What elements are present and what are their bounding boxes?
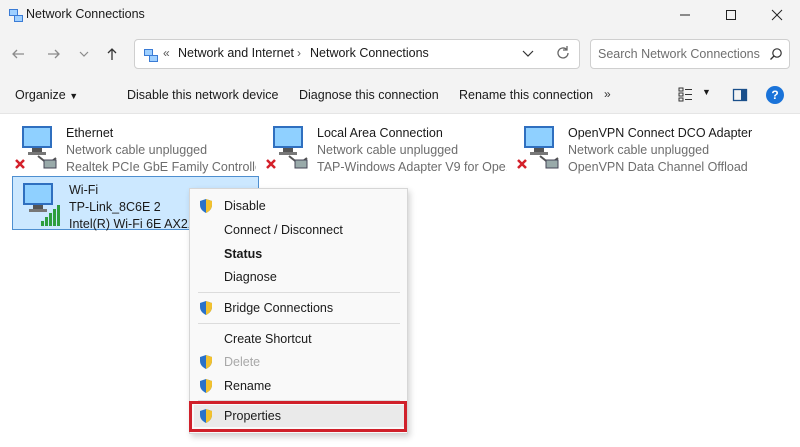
maximize-button[interactable]: [708, 0, 754, 30]
menu-item-label: Connect / Disconnect: [224, 223, 343, 237]
close-icon: [771, 9, 783, 21]
chevron-down-icon: [79, 51, 89, 57]
organize-label: Organize: [15, 88, 66, 102]
menu-item-diagnose[interactable]: Diagnose: [194, 266, 404, 288]
adapter-local-area-connection[interactable]: Local Area Connection Network cable unpl…: [261, 120, 509, 176]
caret-down-icon: ▼: [69, 91, 79, 101]
uac-shield-icon: [198, 198, 214, 217]
adapter-ethernet[interactable]: Ethernet Network cable unplugged Realtek…: [10, 120, 258, 176]
recent-locations-button[interactable]: [72, 42, 96, 66]
preview-pane-icon: [732, 88, 748, 102]
refresh-button[interactable]: [555, 45, 571, 64]
search-placeholder: Search Network Connections: [598, 47, 760, 61]
view-dropdown-icon[interactable]: ▼: [702, 87, 711, 97]
adapter-status: TP-Link_8C6E 2: [69, 200, 161, 214]
maximize-icon: [726, 10, 736, 20]
help-icon: ?: [771, 88, 779, 102]
adapter-name: Wi-Fi: [69, 183, 99, 197]
ethernet-unplugged-icon: [14, 124, 62, 175]
context-menu: Disable Connect / Disconnect Status Diag…: [189, 188, 408, 434]
organize-menu[interactable]: Organize ▼: [15, 88, 78, 102]
network-connections-app-icon: [8, 7, 24, 23]
window-title: Network Connections: [26, 7, 145, 21]
arrow-up-icon: [107, 48, 117, 60]
minimize-icon: [680, 14, 690, 16]
menu-item-rename[interactable]: Rename: [194, 375, 404, 397]
wifi-connected-icon: [17, 181, 65, 232]
menu-separator: [198, 323, 400, 324]
menu-item-label: Rename: [224, 379, 272, 393]
menu-item-status[interactable]: Status: [194, 243, 404, 265]
minimize-button[interactable]: [662, 0, 708, 30]
menu-item-label: Status: [224, 247, 263, 261]
disable-device-button[interactable]: Disable this network device: [127, 88, 278, 102]
adapter-device: TAP-Windows Adapter V9 for Ope...: [317, 160, 507, 174]
menu-item-delete: Delete: [194, 351, 404, 373]
ethernet-unplugged-icon: [516, 124, 564, 175]
close-button[interactable]: [754, 0, 800, 30]
refresh-icon: [557, 46, 569, 59]
menu-item-label: Diagnose: [224, 270, 277, 284]
chevron-down-icon: [522, 50, 534, 57]
rename-connection-button[interactable]: Rename this connection: [459, 88, 593, 102]
more-commands-button[interactable]: »: [604, 87, 611, 101]
view-options-icon: [678, 87, 692, 102]
breadcrumb-network-and-internet[interactable]: Network and Internet: [178, 46, 294, 60]
search-input[interactable]: Search Network Connections: [590, 39, 790, 69]
adapter-status: Network cable unplugged: [568, 143, 710, 157]
menu-item-bridge-connections[interactable]: Bridge Connections: [194, 297, 404, 319]
title-bar: Network Connections: [0, 0, 800, 30]
search-icon[interactable]: [769, 47, 783, 64]
network-folder-icon: [143, 47, 159, 66]
adapter-status: Network cable unplugged: [66, 143, 208, 157]
address-history-dropdown[interactable]: [521, 46, 535, 63]
adapter-device: OpenVPN Data Channel Offload: [568, 160, 748, 174]
adapter-name: OpenVPN Connect DCO Adapter: [568, 126, 753, 140]
breadcrumb-network-connections[interactable]: Network Connections: [310, 46, 429, 60]
menu-separator: [198, 292, 400, 293]
help-button[interactable]: ?: [766, 86, 784, 104]
address-bar[interactable]: « Network and Internet › Network Connect…: [134, 39, 580, 69]
forward-button[interactable]: [42, 42, 66, 66]
menu-item-label: Bridge Connections: [224, 301, 334, 315]
arrow-left-icon: [12, 49, 24, 59]
adapter-name: Ethernet: [66, 126, 114, 140]
command-bar: Organize ▼ Disable this network device D…: [0, 78, 800, 114]
adapter-device: Intel(R) Wi-Fi 6E AX211: [69, 217, 189, 231]
menu-item-label: Delete: [224, 355, 261, 369]
arrow-right-icon: [48, 49, 60, 59]
diagnose-connection-button[interactable]: Diagnose this connection: [299, 88, 439, 102]
up-button[interactable]: [100, 42, 124, 66]
uac-shield-icon: [198, 378, 214, 397]
adapter-name: Local Area Connection: [317, 126, 443, 140]
adapter-status: Network cable unplugged: [317, 143, 459, 157]
menu-item-connect-disconnect[interactable]: Connect / Disconnect: [194, 219, 404, 241]
uac-shield-icon: [198, 300, 214, 319]
breadcrumb-overflow[interactable]: «: [163, 46, 170, 60]
adapter-device: Realtek PCIe GbE Family Controller: [66, 160, 256, 174]
back-button[interactable]: [6, 42, 30, 66]
change-view-button[interactable]: [678, 86, 694, 105]
uac-shield-icon: [198, 354, 214, 373]
ethernet-unplugged-icon: [265, 124, 313, 175]
menu-item-disable[interactable]: Disable: [194, 195, 404, 217]
adapter-openvpn-dco[interactable]: OpenVPN Connect DCO Adapter Network cabl…: [512, 120, 792, 176]
menu-item-label: Disable: [224, 199, 266, 213]
preview-pane-button[interactable]: [732, 87, 748, 106]
address-row: « Network and Internet › Network Connect…: [0, 30, 800, 78]
properties-highlight-annotation: [189, 401, 407, 432]
menu-item-create-shortcut[interactable]: Create Shortcut: [194, 328, 404, 350]
menu-item-label: Create Shortcut: [224, 332, 312, 346]
breadcrumb-separator-icon[interactable]: ›: [297, 46, 301, 60]
